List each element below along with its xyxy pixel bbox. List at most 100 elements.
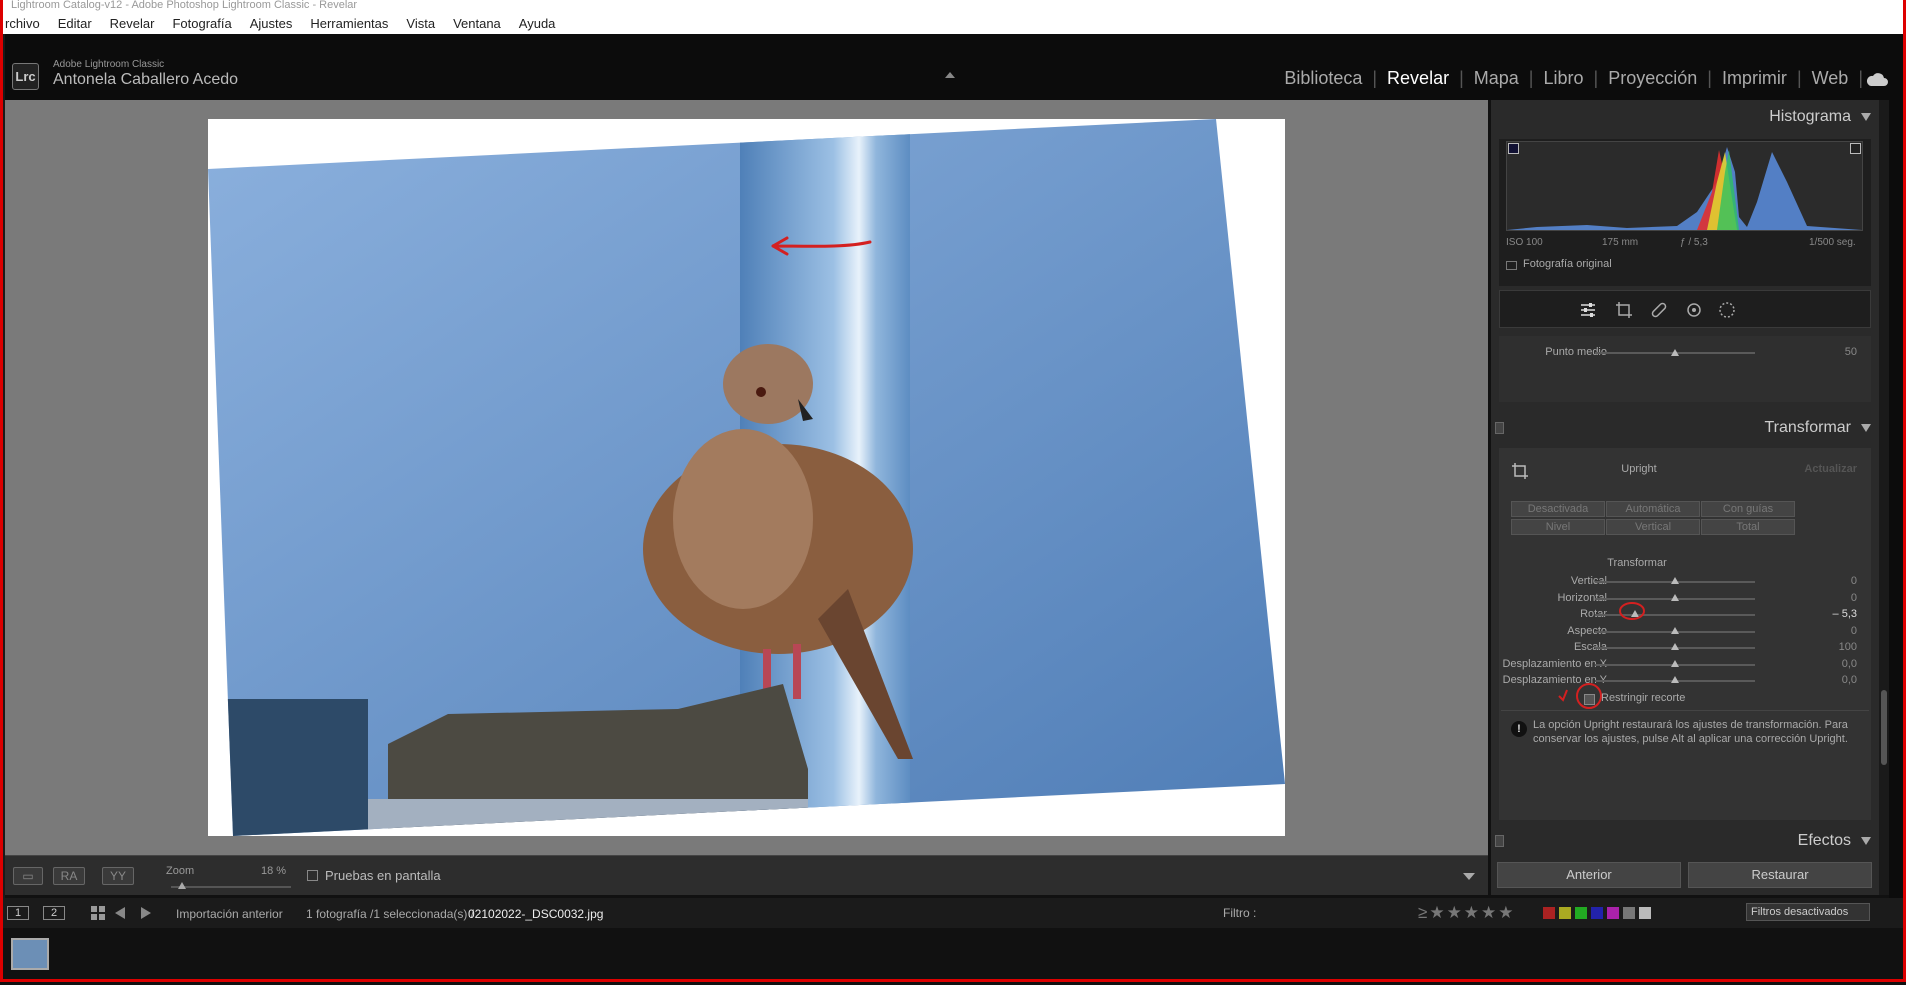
slider-value[interactable]: 100 (1817, 641, 1857, 653)
reset-button[interactable]: Restaurar (1688, 862, 1872, 888)
constrain-crop-checkbox[interactable] (1584, 694, 1595, 705)
zoom-value: 18 % (261, 865, 287, 877)
menu-editar[interactable]: Editar (49, 16, 101, 31)
slider-thumb[interactable] (1671, 676, 1679, 683)
collapse-top-panel-icon[interactable] (945, 72, 955, 78)
slider-thumb[interactable] (1671, 659, 1679, 667)
rating-stars-icon[interactable]: ≥★★★★★ (1418, 903, 1516, 923)
right-panel-scrollbar[interactable] (1879, 100, 1889, 895)
scrollbar-thumb[interactable] (1881, 690, 1887, 765)
module-proyeccion[interactable]: Proyección (1598, 68, 1707, 89)
filmstrip-bar: 1 2 Importación anterior 1 fotografía /1… (0, 898, 1906, 928)
effects-header[interactable]: Efectos (1491, 826, 1879, 856)
zoom-label: Zoom (166, 865, 195, 877)
second-window-button[interactable]: 2 (43, 906, 65, 920)
right-panel-edge (1889, 100, 1906, 898)
original-photo-label: Fotografía original (1523, 258, 1612, 270)
user-name: Antonela Caballero Acedo (53, 71, 239, 88)
original-photo-checkbox[interactable] (1506, 261, 1517, 270)
previous-arrow-icon[interactable] (115, 907, 125, 919)
menu-bar: rchivo Editar Revelar Fotografía Ajustes… (0, 12, 1906, 34)
menu-ventana[interactable]: Ventana (444, 16, 510, 31)
midpoint-thumb[interactable] (1671, 349, 1679, 356)
main-window-button[interactable]: 1 (7, 906, 29, 920)
slider-value[interactable]: 0,0 (1817, 658, 1857, 670)
red-eye-tool-icon[interactable] (1685, 301, 1703, 319)
loupe-view-button[interactable]: ▭ (13, 867, 43, 885)
slider-value[interactable]: 0 (1817, 575, 1857, 587)
slider-value[interactable]: 0 (1817, 592, 1857, 604)
module-imprimir[interactable]: Imprimir (1712, 68, 1797, 89)
collapse-triangle-icon[interactable] (1861, 837, 1871, 845)
shadow-clipping-icon[interactable] (1508, 143, 1519, 154)
upright-guided-button[interactable]: Con guías (1701, 501, 1795, 517)
upright-auto-button[interactable]: Automática (1606, 501, 1700, 517)
slider-label: Vertical (1570, 575, 1607, 587)
menu-ajustes[interactable]: Ajustes (241, 16, 302, 31)
previous-button[interactable]: Anterior (1497, 862, 1681, 888)
module-biblioteca[interactable]: Biblioteca (1274, 68, 1372, 89)
slider-value[interactable]: 0,0 (1817, 674, 1857, 686)
update-button[interactable]: Actualizar (1804, 463, 1857, 475)
current-filename[interactable]: 02102022-_DSC0032.jpg (468, 907, 603, 921)
menu-vista[interactable]: Vista (397, 16, 444, 31)
filmstrip-thumbnail[interactable] (11, 938, 49, 970)
slider-label: Desplazamiento en X (1502, 657, 1607, 670)
module-libro[interactable]: Libro (1533, 68, 1593, 89)
constrain-crop-label: Restringir recorte (1601, 692, 1686, 704)
annotation-arrow (771, 236, 872, 256)
upright-label: Upright (1621, 463, 1657, 475)
menu-ayuda[interactable]: Ayuda (510, 16, 565, 31)
module-revelar[interactable]: Revelar (1377, 68, 1459, 89)
cloud-icon[interactable] (1865, 70, 1889, 88)
filmstrip-source[interactable]: Importación anterior (176, 907, 283, 921)
slider-value[interactable]: 0 (1817, 625, 1857, 637)
product-name: Adobe Lightroom Classic (53, 59, 165, 70)
next-arrow-icon[interactable] (141, 907, 151, 919)
slider-thumb[interactable] (1671, 593, 1679, 601)
module-mapa[interactable]: Mapa (1464, 68, 1529, 89)
upright-vertical-button[interactable]: Vertical (1606, 519, 1700, 535)
transform-header[interactable]: Transformar (1491, 413, 1879, 443)
slider-value[interactable]: – 5,3 (1817, 608, 1857, 620)
zoom-slider[interactable] (171, 886, 291, 888)
panel-switch-icon[interactable] (1495, 835, 1504, 847)
color-label-filter[interactable] (1543, 907, 1651, 919)
upright-full-button[interactable]: Total (1701, 519, 1795, 535)
toolbar-options-icon[interactable] (1463, 873, 1475, 880)
collapse-triangle-icon[interactable] (1861, 424, 1871, 432)
collapse-triangle-icon[interactable] (1861, 113, 1871, 121)
slider-thumb[interactable] (1671, 643, 1679, 650)
menu-fotografia[interactable]: Fotografía (163, 16, 240, 31)
upright-off-button[interactable]: Desactivada (1511, 501, 1605, 517)
masking-tool-icon[interactable] (1718, 301, 1736, 319)
upright-level-button[interactable]: Nivel (1511, 519, 1605, 535)
slider-thumb[interactable] (1671, 577, 1679, 584)
grid-view-icon[interactable] (91, 906, 105, 920)
filter-preset-dropdown[interactable]: Filtros desactivados (1746, 903, 1870, 921)
menu-herramientas[interactable]: Herramientas (301, 16, 397, 31)
menu-archivo[interactable]: rchivo (3, 16, 49, 31)
slider-label: Horizontal (1557, 591, 1607, 604)
module-web[interactable]: Web (1802, 68, 1859, 89)
before-after-tb-button[interactable]: YY (102, 867, 134, 885)
module-picker: Biblioteca | Revelar | Mapa | Libro | Proyec… (1274, 68, 1863, 89)
panel-switch-icon[interactable] (1495, 422, 1504, 434)
histogram-graph[interactable] (1506, 141, 1863, 231)
slider-thumb[interactable] (1671, 626, 1679, 634)
highlight-clipping-icon[interactable] (1850, 143, 1861, 154)
histogram-header[interactable]: Histograma (1491, 102, 1879, 132)
menu-revelar[interactable]: Revelar (101, 16, 164, 31)
before-after-lr-button[interactable]: RA (53, 867, 85, 885)
upright-guided-icon[interactable] (1511, 462, 1529, 480)
healing-tool-icon[interactable] (1650, 301, 1668, 319)
edit-sliders-icon[interactable] (1579, 301, 1597, 319)
softproof-checkbox[interactable] (307, 870, 318, 881)
image-canvas[interactable] (5, 100, 1488, 855)
midpoint-label: Punto medio (1545, 346, 1607, 358)
crop-tool-icon[interactable] (1615, 301, 1633, 319)
zoom-slider-thumb[interactable] (178, 882, 187, 889)
histogram-title: Histograma (1769, 108, 1851, 125)
photo[interactable] (208, 119, 1285, 836)
lrc-logo: Lrc (12, 63, 39, 90)
